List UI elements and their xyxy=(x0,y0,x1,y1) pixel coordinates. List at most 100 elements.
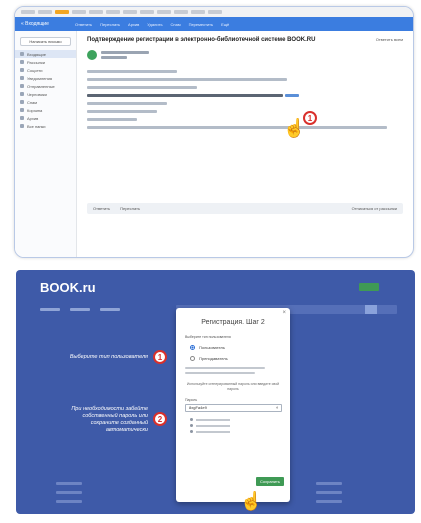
bookru-registration-panel: BOOK.ru Выберите тип пользователя При не… xyxy=(16,270,415,514)
mail-sidebar: Написать письмо Входящие Рассылки Соцсет… xyxy=(15,31,77,257)
text-line xyxy=(87,110,157,113)
search-button[interactable] xyxy=(365,305,377,314)
bookmark[interactable] xyxy=(106,10,120,14)
sender-date xyxy=(101,56,127,59)
toolbar-more[interactable]: Ещё xyxy=(221,22,229,27)
radio-teacher[interactable]: Преподаватель xyxy=(190,356,290,361)
inbox-icon xyxy=(20,52,24,56)
folder-label: Архив xyxy=(27,115,39,121)
toolbar-move[interactable]: Переместить xyxy=(189,22,214,27)
spam-icon xyxy=(20,100,24,104)
step-2-badge: 2 xyxy=(153,412,167,426)
mail-actions-bar: Ответить Переслать Отписаться от рассылк… xyxy=(87,203,403,214)
radio-label: Преподаватель xyxy=(199,356,228,361)
sender-name xyxy=(101,51,149,54)
password-input[interactable]: 8xgFa4e9 ◐ xyxy=(185,404,282,412)
folder-mailings[interactable]: Рассылки xyxy=(15,58,76,66)
folder-trash[interactable]: Корзина xyxy=(15,106,76,114)
email-screenshot-panel: « Входящие Ответить Переслать Архив Удал… xyxy=(14,6,414,258)
bookmark[interactable] xyxy=(38,10,52,14)
folder-label: Корзина xyxy=(27,107,43,113)
mail-body: Написать письмо Входящие Рассылки Соцсет… xyxy=(15,31,413,257)
reply-button[interactable]: Ответить xyxy=(93,206,110,211)
nav-item[interactable] xyxy=(70,308,90,311)
folder-label: Уведомления xyxy=(27,75,53,81)
unsubscribe-button[interactable]: Отписаться от рассылки xyxy=(352,206,397,211)
folder-label: Отправленные xyxy=(27,83,55,89)
text-line xyxy=(87,126,387,129)
browser-bookmarks-bar xyxy=(15,7,413,17)
folder-label: Входящие xyxy=(27,51,46,57)
requirement-text xyxy=(196,430,230,433)
folder-icon xyxy=(20,76,24,80)
eye-icon[interactable]: ◐ xyxy=(276,405,279,411)
text-line xyxy=(185,367,265,369)
password-note: Используйте сгенерированный пароль или в… xyxy=(186,382,280,391)
nav-item[interactable] xyxy=(100,308,120,311)
password-requirements xyxy=(190,418,290,433)
password-label: Пароль xyxy=(185,398,198,402)
toolbar-spam[interactable]: Спам xyxy=(171,22,181,27)
bookmark[interactable] xyxy=(89,10,103,14)
forward-button[interactable]: Переслать xyxy=(120,206,140,211)
trash-icon xyxy=(20,108,24,112)
user-type-label: Выберите тип пользователя xyxy=(185,335,231,339)
folder-sent[interactable]: Отправленные xyxy=(15,82,76,90)
toolbar-delete[interactable]: Удалить xyxy=(147,22,162,27)
folder-label: Все папки xyxy=(27,123,46,129)
avatar xyxy=(87,50,97,60)
folder-archive[interactable]: Архив xyxy=(15,114,76,122)
bookmark[interactable] xyxy=(123,10,137,14)
radio-label: Пользователь xyxy=(199,345,225,350)
bookmark[interactable] xyxy=(157,10,171,14)
bookmark-active[interactable] xyxy=(55,10,69,14)
bookmark[interactable] xyxy=(208,10,222,14)
folder-label: Соцсети xyxy=(27,67,43,73)
bookru-logo[interactable]: BOOK.ru xyxy=(40,280,96,295)
send-icon xyxy=(20,84,24,88)
registration-modal: × Регистрация. Шаг 2 Выберите тип пользо… xyxy=(176,308,290,502)
bookmark[interactable] xyxy=(21,10,35,14)
draft-icon xyxy=(20,92,24,96)
confirmation-link[interactable] xyxy=(285,94,299,97)
folder-notifications[interactable]: Уведомления xyxy=(15,74,76,82)
folder-inbox[interactable]: Входящие xyxy=(15,50,76,58)
bullet-icon xyxy=(190,430,193,433)
requirement-text xyxy=(196,418,230,421)
mail-back-link[interactable]: « Входящие xyxy=(21,21,67,27)
requirement-text xyxy=(196,424,230,427)
mail-content: Подтверждение регистрации в электронно-б… xyxy=(77,31,413,257)
close-icon[interactable]: × xyxy=(282,310,286,316)
pointer-hand-icon: ☝ xyxy=(283,118,306,138)
text-line-bold xyxy=(87,94,283,97)
compose-button[interactable]: Написать письмо xyxy=(20,37,71,46)
bookmark[interactable] xyxy=(140,10,154,14)
toolbar-archive[interactable]: Архив xyxy=(128,22,139,27)
modal-title: Регистрация. Шаг 2 xyxy=(201,319,265,326)
tutorial-canvas: « Входящие Ответить Переслать Архив Удал… xyxy=(0,0,421,523)
folder-all[interactable]: Все папки xyxy=(15,122,76,130)
bookmark[interactable] xyxy=(72,10,86,14)
toolbar-forward[interactable]: Переслать xyxy=(100,22,120,27)
site-nav xyxy=(40,308,120,311)
folder-social[interactable]: Соцсети xyxy=(15,66,76,74)
password-value: 8xgFa4e9 xyxy=(189,405,207,410)
radio-unchecked-icon[interactable] xyxy=(190,356,195,361)
folder-icon xyxy=(20,60,24,64)
text-line xyxy=(185,372,255,374)
folder-spam[interactable]: Спам xyxy=(15,98,76,106)
reply-all-button[interactable]: Ответить всем xyxy=(376,37,403,42)
mail-subject: Подтверждение регистрации в электронно-б… xyxy=(87,37,316,43)
folder-drafts[interactable]: Черновики xyxy=(15,90,76,98)
bookmark[interactable] xyxy=(191,10,205,14)
save-button[interactable]: Сохранить xyxy=(256,477,284,486)
radio-user[interactable]: Пользователь xyxy=(190,345,290,350)
radio-checked-icon[interactable] xyxy=(190,345,195,350)
step-1-badge: 1 xyxy=(153,350,167,364)
folder-label: Рассылки xyxy=(27,59,45,65)
mail-sender xyxy=(87,50,405,60)
login-button[interactable] xyxy=(359,283,379,291)
nav-item[interactable] xyxy=(40,308,60,311)
bookmark[interactable] xyxy=(174,10,188,14)
toolbar-reply[interactable]: Ответить xyxy=(75,22,92,27)
